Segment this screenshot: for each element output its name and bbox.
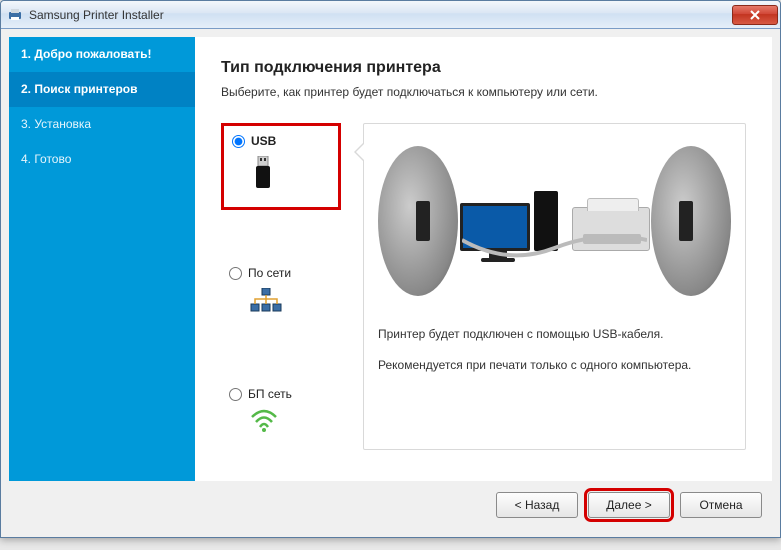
connection-options: USB По сети — [221, 123, 341, 450]
app-icon — [7, 7, 23, 23]
preview-text-2: Рекомендуется при печати только с одного… — [378, 357, 731, 374]
usb-cable-icon — [462, 236, 647, 260]
usb-icon — [252, 156, 274, 193]
close-button[interactable] — [732, 5, 778, 25]
option-wireless-label: БП сеть — [248, 387, 292, 401]
preview-panel: Принтер будет подключен с помощью USB-ка… — [363, 123, 746, 450]
option-usb[interactable]: USB — [221, 123, 341, 210]
next-button[interactable]: Далее > — [588, 492, 670, 518]
installer-window: Samsung Printer Installer 1. Добро пожал… — [0, 0, 781, 538]
titlebar[interactable]: Samsung Printer Installer — [1, 1, 780, 29]
step-search-printers: 2. Поиск принтеров — [9, 72, 195, 107]
printer-port-icon — [651, 146, 731, 296]
option-network[interactable]: По сети — [221, 258, 341, 331]
radio-usb[interactable] — [232, 135, 245, 148]
wifi-icon — [249, 409, 279, 436]
network-icon — [249, 288, 283, 317]
step-done: 4. Готово — [9, 142, 195, 177]
connection-illustration — [378, 136, 731, 306]
option-wireless[interactable]: БП сеть — [221, 379, 341, 450]
radio-network[interactable] — [229, 267, 242, 280]
radio-wireless[interactable] — [229, 388, 242, 401]
step-welcome: 1. Добро пожаловать! — [9, 37, 195, 72]
back-button[interactable]: < Назад — [496, 492, 578, 518]
content-panel: Тип подключения принтера Выберите, как п… — [195, 37, 772, 481]
page-title: Тип подключения принтера — [221, 59, 746, 77]
step-install: 3. Установка — [9, 107, 195, 142]
window-title: Samsung Printer Installer — [29, 8, 732, 22]
pc-port-icon — [378, 146, 458, 296]
option-network-label: По сети — [248, 266, 291, 280]
cancel-button[interactable]: Отмена — [680, 492, 762, 518]
client-area: 1. Добро пожаловать! 2. Поиск принтеров … — [1, 29, 780, 537]
sidebar: 1. Добро пожаловать! 2. Поиск принтеров … — [9, 37, 195, 481]
footer: < Назад Далее > Отмена — [9, 481, 772, 529]
preview-text-1: Принтер будет подключен с помощью USB-ка… — [378, 326, 731, 343]
option-usb-label: USB — [251, 134, 276, 148]
page-subtitle: Выберите, как принтер будет подключаться… — [221, 85, 746, 99]
